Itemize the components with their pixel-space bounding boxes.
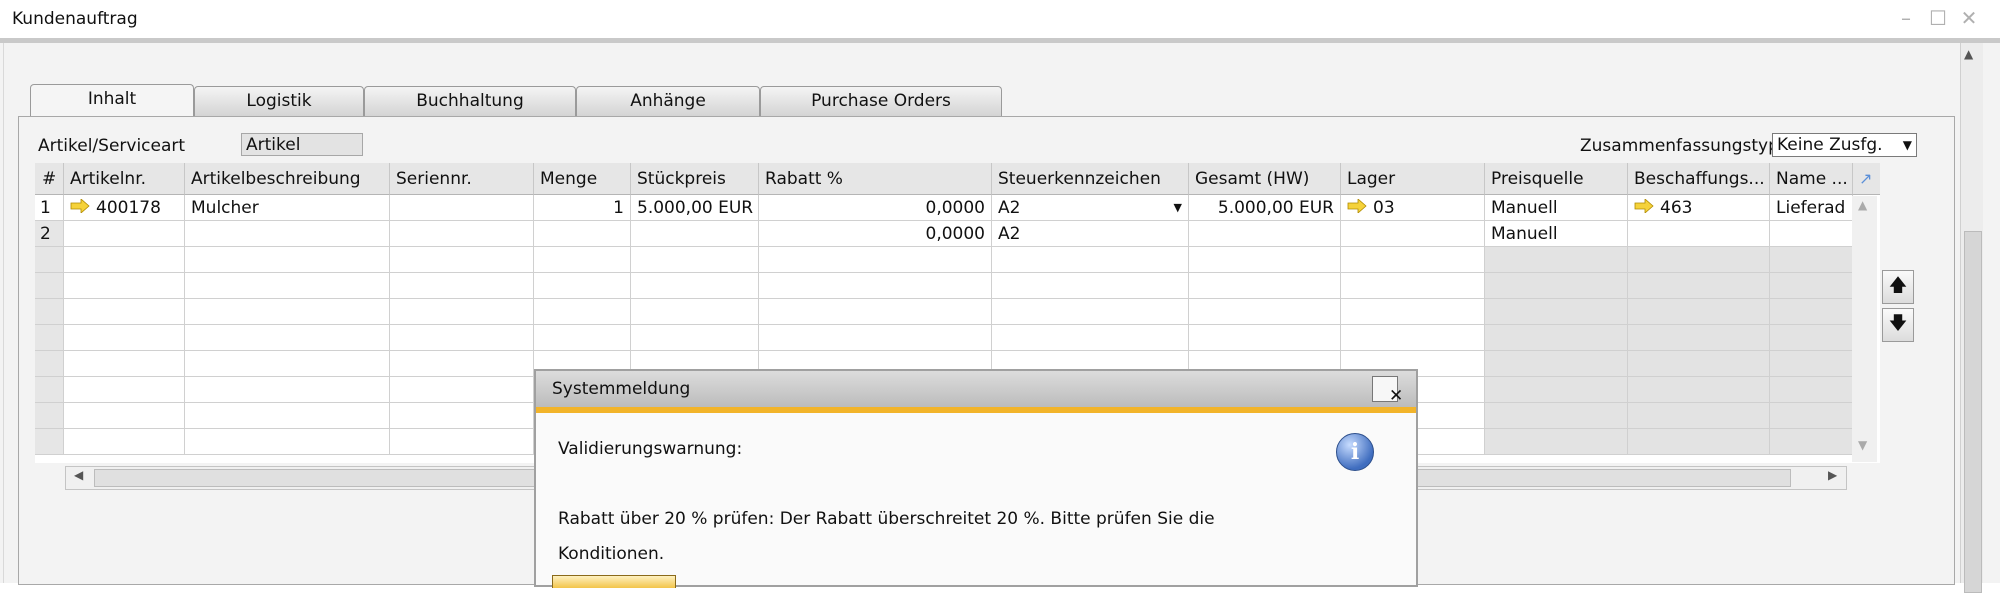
summary-type-label: Zusammenfassungstyp — [1580, 136, 1779, 156]
dialog-message-line1: Rabatt über 20 % prüfen: Der Rabatt über… — [558, 509, 1215, 529]
dialog-close-button[interactable]: ✕ — [1372, 376, 1403, 406]
warehouse-value: 03 — [1373, 198, 1395, 218]
col-header-discount[interactable]: Rabatt % — [759, 163, 992, 195]
item-no-cell[interactable]: 400178 — [64, 195, 185, 221]
summary-type-value: Keine Zusfg. — [1777, 135, 1883, 155]
tab-buchhaltung[interactable]: Buchhaltung — [364, 86, 576, 116]
empty-row[interactable] — [35, 273, 1880, 299]
tax-code-cell[interactable]: A2 — [992, 221, 1189, 247]
chevron-down-icon[interactable]: ▼ — [1174, 195, 1182, 220]
discount-cell[interactable]: 0,0000 — [759, 221, 992, 247]
tab-label: Logistik — [246, 91, 312, 111]
close-window-icon[interactable]: ✕ — [1958, 8, 1980, 30]
item-type-field[interactable]: Artikel — [241, 133, 363, 156]
table-row[interactable]: 1 400178 Mulcher 1 5.000,00 EUR 0,0000 A… — [35, 195, 1880, 221]
system-message-dialog: Systemmeldung ✕ Validierungswarnung: i R… — [534, 369, 1418, 588]
col-header-procurement[interactable]: Beschaffungs... — [1628, 163, 1770, 195]
arrow-down-icon: 🡇 — [1888, 313, 1908, 334]
col-header-num[interactable]: # — [35, 163, 64, 195]
col-header-item-no[interactable]: Artikelnr. — [64, 163, 185, 195]
warehouse-cell[interactable]: 03 — [1341, 195, 1485, 221]
table-row[interactable]: 2 0,0000 A2 Manuell — [35, 221, 1880, 247]
col-header-warehouse[interactable]: Lager — [1341, 163, 1485, 195]
tab-logistik[interactable]: Logistik — [194, 86, 364, 116]
arrow-up-icon: 🡅 — [1888, 275, 1908, 296]
serial-cell[interactable] — [390, 195, 534, 221]
grid-vertical-scrollbar[interactable]: ▲ ▼ — [1852, 196, 1877, 462]
link-arrow-icon[interactable] — [1634, 199, 1654, 213]
warehouse-cell[interactable] — [1341, 221, 1485, 247]
col-header-total[interactable]: Gesamt (HW) — [1189, 163, 1341, 195]
dialog-titlebar: Systemmeldung ✕ — [536, 371, 1416, 413]
dialog-ok-button[interactable] — [552, 575, 676, 588]
tab-label: Anhänge — [630, 91, 706, 111]
price-source-cell[interactable]: Manuell — [1485, 221, 1628, 247]
quantity-cell[interactable]: 1 — [534, 195, 631, 221]
empty-row[interactable] — [35, 325, 1880, 351]
scroll-right-icon[interactable]: ▶ — [1828, 468, 1837, 482]
minimize-icon[interactable]: – — [1895, 8, 1917, 30]
discount-cell[interactable]: 0,0000 — [759, 195, 992, 221]
close-icon: ✕ — [1389, 386, 1404, 406]
info-icon: i — [1336, 433, 1374, 471]
scroll-thumb[interactable] — [1964, 231, 1982, 593]
tab-label: Purchase Orders — [811, 91, 951, 111]
empty-row[interactable] — [35, 247, 1880, 273]
tax-code-value: A2 — [998, 198, 1021, 218]
scroll-down-icon[interactable]: ▼ — [1858, 438, 1867, 452]
unit-price-cell[interactable] — [631, 221, 759, 247]
description-cell[interactable] — [185, 221, 390, 247]
maximize-icon[interactable]: ☐ — [1927, 8, 1949, 30]
item-no-value: 400178 — [96, 198, 161, 218]
tab-inhalt[interactable]: Inhalt — [30, 84, 194, 119]
expand-icon[interactable]: ↗ — [1853, 163, 1880, 195]
item-no-cell[interactable] — [64, 221, 185, 247]
col-header-price-source[interactable]: Preisquelle — [1485, 163, 1628, 195]
empty-row[interactable] — [35, 299, 1880, 325]
scroll-left-icon[interactable]: ◀ — [74, 468, 83, 482]
sales-order-window: Kundenauftrag – ☐ ✕ ▲ Inhalt Logistik Bu… — [0, 0, 2000, 593]
serial-cell[interactable] — [390, 221, 534, 247]
summary-type-select[interactable]: Keine Zusfg. ▼ — [1772, 133, 1917, 157]
link-arrow-icon[interactable] — [1347, 199, 1367, 213]
col-header-name[interactable]: Name ... — [1770, 163, 1853, 195]
row-number: 2 — [35, 221, 64, 247]
procurement-value: 463 — [1660, 198, 1693, 218]
tax-code-cell[interactable]: A2 ▼ — [992, 195, 1189, 221]
dialog-title: Systemmeldung — [552, 379, 691, 399]
quantity-cell[interactable] — [534, 221, 631, 247]
col-header-tax-code[interactable]: Steuerkennzeichen — [992, 163, 1189, 195]
scroll-up-icon[interactable]: ▲ — [1858, 198, 1867, 212]
scroll-up-icon[interactable]: ▲ — [1964, 47, 1973, 61]
name-cell[interactable] — [1770, 221, 1853, 247]
tab-purchase-orders[interactable]: Purchase Orders — [760, 86, 1002, 116]
window-title: Kundenauftrag — [12, 9, 138, 29]
tab-anhaenge[interactable]: Anhänge — [576, 86, 760, 116]
col-header-description[interactable]: Artikelbeschreibung — [185, 163, 390, 195]
description-cell[interactable]: Mulcher — [185, 195, 390, 221]
move-row-down-button[interactable]: 🡇 — [1882, 308, 1914, 342]
chevron-down-icon: ▼ — [1902, 138, 1912, 152]
total-cell[interactable] — [1189, 221, 1341, 247]
tab-label: Buchhaltung — [416, 91, 524, 111]
procurement-cell[interactable] — [1628, 221, 1770, 247]
tab-label: Inhalt — [87, 89, 137, 109]
col-header-unit-price[interactable]: Stückpreis — [631, 163, 759, 195]
price-source-cell[interactable]: Manuell — [1485, 195, 1628, 221]
total-cell[interactable]: 5.000,00 EUR — [1189, 195, 1341, 221]
move-row-up-button[interactable]: 🡅 — [1882, 270, 1914, 304]
link-arrow-icon[interactable] — [70, 199, 90, 213]
row-number: 1 — [35, 195, 64, 221]
window-titlebar: Kundenauftrag – ☐ ✕ — [0, 0, 2000, 43]
dialog-message-line2: Konditionen. — [558, 544, 665, 564]
name-cell[interactable]: Lieferad — [1770, 195, 1853, 221]
procurement-cell[interactable]: 463 — [1628, 195, 1770, 221]
window-vertical-scrollbar[interactable]: ▲ — [1960, 43, 1983, 593]
unit-price-cell[interactable]: 5.000,00 EUR — [631, 195, 759, 221]
col-header-quantity[interactable]: Menge — [534, 163, 631, 195]
dialog-heading: Validierungswarnung: — [558, 439, 743, 459]
col-header-serial[interactable]: Seriennr. — [390, 163, 534, 195]
item-type-label: Artikel/Serviceart — [38, 136, 186, 156]
